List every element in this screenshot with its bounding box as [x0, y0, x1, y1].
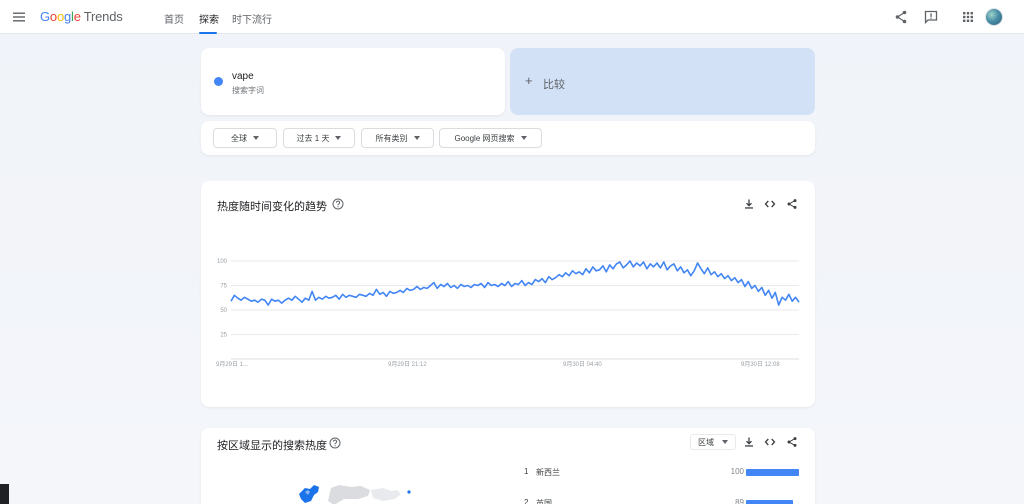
google-trends-logo[interactable]: Google Trends: [40, 9, 123, 24]
avatar[interactable]: [985, 8, 1003, 26]
plus-icon: +: [525, 73, 533, 88]
share-icon[interactable]: [893, 9, 909, 25]
compare-button[interactable]: + 比较: [510, 48, 815, 115]
rank-number: 2: [524, 498, 529, 504]
filter-time-range[interactable]: 过去 1 天: [283, 128, 355, 148]
tab-explore[interactable]: 探索: [199, 11, 219, 26]
interest-by-region-title: 按区域显示的搜索热度: [217, 440, 327, 452]
region-value-bar: [746, 500, 794, 504]
menu-icon[interactable]: [12, 10, 26, 24]
app-header: Google Trends 首页 探索 时下流行: [0, 0, 1024, 34]
series-line[interactable]: [230, 260, 800, 306]
filter-search-type[interactable]: Google 网页搜索: [439, 128, 542, 148]
filter-category[interactable]: 所有类别: [361, 128, 434, 148]
help-icon[interactable]: [329, 437, 341, 449]
filter-search-type-label: Google 网页搜索: [454, 133, 515, 143]
y-tick-label: 50: [220, 308, 227, 314]
caret-down-icon: [722, 440, 728, 444]
region-value: 100: [730, 467, 744, 476]
filter-category-label: 所有类别: [375, 133, 408, 143]
region-value-bar: [746, 469, 799, 476]
filter-region-label: 全球: [231, 133, 247, 143]
caret-down-icon: [413, 136, 420, 140]
term-color-dot: [214, 77, 223, 86]
compare-label: 比较: [543, 79, 565, 91]
rank-number: 1: [524, 467, 529, 476]
apps-icon[interactable]: [960, 9, 976, 25]
x-tick-label: 9月29日 1...: [216, 361, 248, 368]
caret-down-icon: [253, 136, 259, 140]
y-tick-label: 75: [220, 284, 227, 290]
download-icon[interactable]: [743, 436, 755, 448]
region-select-label: 区域: [698, 437, 714, 447]
embed-code-icon[interactable]: [764, 436, 776, 448]
region-value: 89: [735, 498, 744, 504]
active-tab-indicator: [199, 32, 217, 34]
caret-down-icon: [520, 136, 527, 140]
interest-by-region-card: 按区域显示的搜索热度 区域 1 新西兰 100 2 英国 89: [201, 428, 815, 504]
search-term-name[interactable]: vape: [232, 71, 254, 82]
world-map[interactable]: [291, 480, 421, 504]
search-term-card[interactable]: vape 搜索字词: [201, 48, 505, 115]
filter-region[interactable]: 全球: [213, 128, 277, 148]
filter-time-label: 过去 1 天: [296, 133, 330, 143]
x-tick-label: 9月30日 04:40: [563, 361, 602, 368]
filter-bar: 全球 过去 1 天 所有类别 Google 网页搜索: [201, 121, 815, 155]
feedback-icon[interactable]: [923, 9, 939, 25]
share-icon[interactable]: [786, 436, 798, 448]
interest-over-time-card: 热度随时间变化的趋势 25 50 75 100 9月29日 1... 9月29日 21:1…: [201, 181, 815, 407]
search-term-type: 搜索字词: [232, 86, 264, 95]
x-tick-label: 9月30日 12:08: [741, 361, 780, 368]
y-tick-label: 100: [217, 259, 228, 265]
x-tick-label: 9月29日 21:12: [388, 361, 427, 368]
caret-down-icon: [335, 136, 342, 140]
tab-trending-now[interactable]: 时下流行: [232, 11, 272, 26]
y-tick-label: 25: [220, 333, 227, 339]
side-panel-tab[interactable]: [0, 484, 9, 504]
region-resolution-select[interactable]: 区域: [690, 434, 736, 450]
tab-home[interactable]: 首页: [164, 11, 184, 26]
region-name: 新西兰: [536, 468, 560, 477]
region-name: 英国: [536, 499, 552, 504]
trend-line-chart: 25 50 75 100 9月29日 1... 9月29日 21:12 9月30日 04:4…: [216, 259, 800, 368]
